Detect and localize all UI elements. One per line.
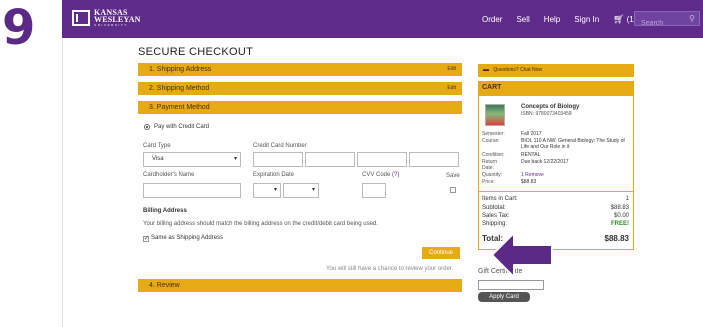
step-payment-method[interactable]: 3. Payment Method	[138, 101, 462, 114]
detail-quantity-label: Quantity:	[482, 172, 503, 178]
cvv-label-text: CVV Code	[362, 172, 391, 178]
page: 9 KANSAS WESLEYAN UNIVERSITY Order Sell …	[0, 0, 703, 327]
card-number-label: Credit Card Number	[253, 143, 307, 149]
card-number-field-2[interactable]	[305, 152, 355, 167]
total-value: $88.83	[604, 234, 629, 243]
detail-price-value: $88.83	[521, 179, 537, 185]
same-as-shipping-checkbox[interactable]	[143, 235, 149, 242]
building-icon	[72, 10, 90, 26]
save-card-label: Save	[446, 173, 460, 179]
logo-text: KANSAS WESLEYAN UNIVERSITY	[94, 9, 141, 28]
nav-sign-in[interactable]: Sign In	[574, 15, 599, 24]
detail-course-value: BIOL 110 A NW: General Biology: The Stud…	[521, 138, 625, 150]
cart-divider	[478, 191, 634, 192]
step-shipping-method-label: 2. Shipping Method	[149, 85, 210, 92]
expiration-date-label: Expiration Date	[253, 172, 295, 178]
book-title: Concepts of Biology	[521, 104, 580, 110]
step-payment-method-label: 3. Payment Method	[149, 104, 210, 111]
cvv-code-field[interactable]	[362, 183, 386, 198]
chat-now-bar[interactable]: ▬ Questions? Chat Now	[478, 64, 634, 77]
radio-selected-icon[interactable]	[144, 124, 150, 130]
top-navigation-bar: KANSAS WESLEYAN UNIVERSITY Order Sell He…	[62, 0, 703, 38]
detail-semester-label: Semester:	[482, 131, 505, 137]
detail-quantity-value: 1 Remove	[521, 172, 631, 178]
detail-condition-value: RENTAL	[521, 152, 541, 158]
items-in-cart-label: Items in Cart:	[482, 196, 518, 202]
card-number-field-4[interactable]	[409, 152, 459, 167]
cart-heading: CART	[478, 81, 634, 95]
sales-tax-label: Sales Tax:	[482, 213, 510, 219]
continue-button[interactable]: Continue	[422, 247, 460, 259]
items-in-cart-value: 1	[625, 196, 629, 202]
step-number: 9	[2, 0, 36, 56]
cardholder-name-field[interactable]	[143, 183, 241, 198]
pay-with-credit-card-label: Pay with Credit Card	[154, 124, 210, 130]
subtotal-label: Subtotal:	[482, 205, 506, 211]
step-review-label: 4. Review	[149, 282, 180, 289]
cart-icon: 🛒︎	[613, 13, 625, 24]
step-review[interactable]: 4. Review	[138, 279, 462, 292]
nav-order[interactable]: Order	[482, 15, 502, 24]
pay-with-credit-card-option[interactable]: Pay with Credit Card	[144, 124, 209, 130]
step-shipping-address-label: 1. Shipping Address	[149, 66, 212, 73]
step-shipping-address[interactable]: 1. Shipping Address Edit	[138, 63, 462, 76]
review-note: You will still have a chance to review y…	[326, 266, 454, 272]
cardholder-name-label: Cardholder's Name	[143, 172, 195, 178]
cvv-help-link[interactable]: (?)	[392, 172, 399, 178]
card-number-field-3[interactable]	[357, 152, 407, 167]
remove-link[interactable]: Remove	[525, 172, 544, 178]
detail-return-date-value: Due back 12/22/2017	[521, 159, 569, 165]
nav-sell[interactable]: Sell	[516, 15, 529, 24]
card-number-field-1[interactable]	[253, 152, 303, 167]
card-type-value: Visa	[152, 156, 164, 162]
detail-semester-value: Fall 2017	[521, 131, 542, 137]
edit-shipping-method-link[interactable]: Edit	[447, 82, 456, 95]
billing-address-note: Your billing address should match the bi…	[143, 221, 378, 227]
university-logo[interactable]: KANSAS WESLEYAN UNIVERSITY	[72, 9, 141, 27]
sales-tax-value: $0.00	[613, 213, 629, 219]
same-as-shipping-label: Same as Shipping Address	[151, 235, 224, 241]
nav-help[interactable]: Help	[544, 15, 560, 24]
cvv-code-label: CVV Code (?)	[362, 172, 399, 178]
detail-course-label: Course:	[482, 138, 500, 144]
step-shipping-method[interactable]: 2. Shipping Method Edit	[138, 82, 462, 95]
apply-card-button[interactable]: Apply Card	[478, 292, 530, 302]
nav-menu: Order Sell Help Sign In 🛒︎ (1)	[482, 0, 650, 38]
book-cover-image	[485, 104, 505, 126]
page-title: SECURE CHECKOUT	[138, 46, 254, 58]
card-type-label: Card Type	[143, 143, 171, 149]
gift-certificate-input[interactable]	[478, 280, 544, 290]
expiration-month-select[interactable]	[253, 183, 281, 198]
book-isbn: ISBN: 9780073403458	[521, 111, 572, 117]
logo-line-2: WESLEYAN	[94, 15, 141, 24]
search-box: ⚲	[634, 11, 700, 30]
chat-bubble-icon: ▬	[483, 67, 489, 73]
pointer-arrow-icon	[491, 232, 553, 277]
detail-return-date-label: Return Date:	[482, 159, 498, 171]
detail-condition-label: Condition:	[482, 152, 505, 158]
search-icon[interactable]: ⚲	[689, 14, 695, 23]
quantity-value: 1	[521, 172, 524, 178]
chat-now-label: Questions? Chat Now	[493, 67, 543, 73]
save-card-checkbox[interactable]	[450, 187, 456, 193]
detail-price-label: Price:	[482, 179, 495, 185]
expiration-year-select[interactable]	[283, 183, 319, 198]
subtotal-value: $88.83	[610, 205, 629, 211]
billing-address-heading: Billing Address	[143, 208, 187, 214]
nav-cart[interactable]: 🛒︎ (1)	[613, 14, 636, 25]
card-type-select[interactable]: Visa	[143, 152, 241, 167]
edit-shipping-address-link[interactable]: Edit	[447, 63, 456, 76]
shipping-value: FREE!	[611, 221, 629, 227]
